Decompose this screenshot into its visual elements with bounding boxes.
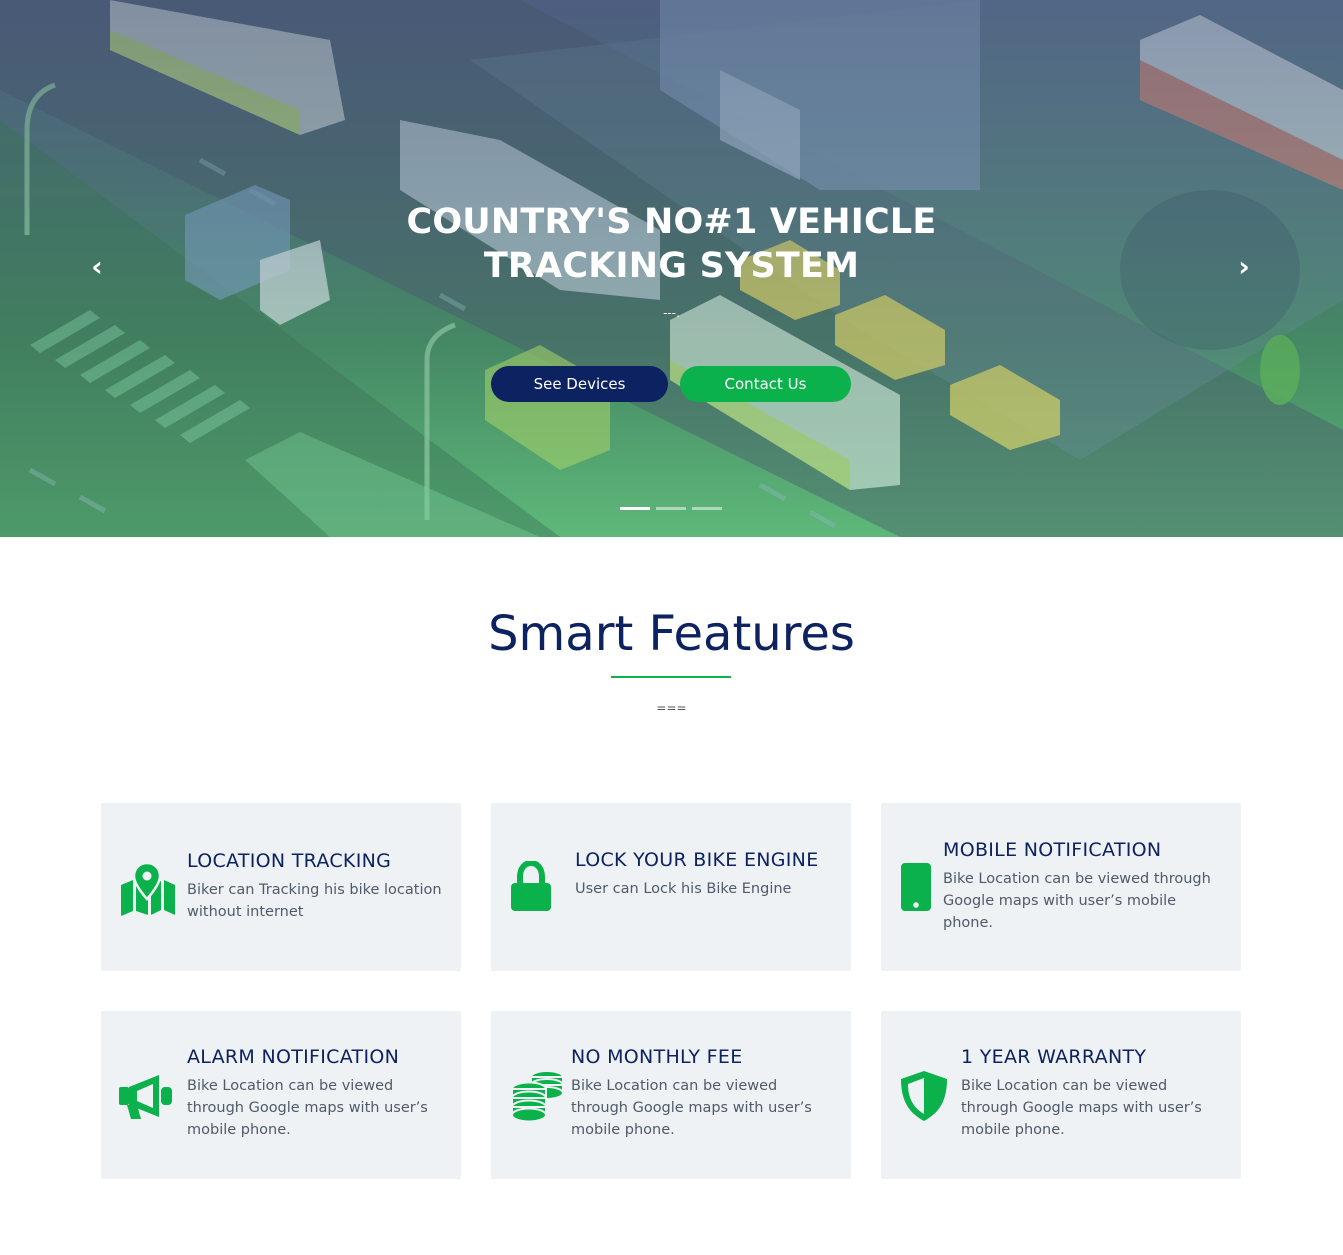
carousel-next-icon[interactable]: ›	[1229, 252, 1259, 282]
map-marker-icon	[119, 861, 175, 919]
feature-title: 1 YEAR WARRANTY	[961, 1046, 1147, 1068]
coins-icon	[509, 1069, 565, 1125]
feature-text: User can Lock his Bike Engine	[575, 881, 792, 897]
feature-text: Bike Location can be viewed through Goog…	[943, 871, 1211, 931]
feature-card-lock-engine: LOCK YOUR BIKE ENGINE User can Lock his …	[491, 803, 851, 971]
feature-title: NO MONTHLY FEE	[571, 1046, 743, 1068]
hero-subtitle: ---.	[663, 306, 680, 320]
feature-text: Bike Location can be viewed through Goog…	[571, 1078, 812, 1138]
carousel-prev-icon[interactable]: ‹	[82, 252, 112, 282]
feature-card-alarm-notification: ALARM NOTIFICATION Bike Location can be …	[101, 1011, 461, 1179]
title-underline	[611, 676, 731, 678]
feature-title: LOCATION TRACKING	[187, 850, 392, 872]
carousel-indicator[interactable]	[620, 507, 650, 510]
contact-us-button[interactable]: Contact Us	[680, 366, 851, 402]
carousel-indicator[interactable]	[656, 507, 686, 510]
feature-card-no-monthly-fee: NO MONTHLY FEE Bike Location can be view…	[491, 1011, 851, 1179]
feature-text: Bike Location can be viewed through Goog…	[961, 1078, 1202, 1138]
carousel-indicators	[620, 507, 722, 510]
feature-title: LOCK YOUR BIKE ENGINE	[575, 849, 819, 871]
section-title: Smart Features	[488, 606, 855, 662]
feature-text: Bike Location can be viewed through Goog…	[187, 1078, 428, 1138]
feature-text: Biker can Tracking his bike location wit…	[187, 882, 442, 920]
carousel-indicator[interactable]	[692, 507, 722, 510]
hero-carousel: COUNTRY'S NO#1 VEHICLE TRACKING SYSTEM -…	[0, 0, 1343, 537]
lock-icon	[509, 859, 565, 917]
feature-card-mobile-notification: MOBILE NOTIFICATION Bike Location can be…	[881, 803, 1241, 971]
feature-title: MOBILE NOTIFICATION	[943, 839, 1162, 861]
hero-title: COUNTRY'S NO#1 VEHICLE TRACKING SYSTEM	[406, 202, 937, 286]
feature-card-warranty: 1 YEAR WARRANTY Bike Location can be vie…	[881, 1011, 1241, 1179]
megaphone-icon	[119, 1073, 175, 1129]
feature-title: ALARM NOTIFICATION	[187, 1046, 400, 1068]
section-subtitle: ===	[656, 701, 687, 715]
shield-icon	[901, 1071, 957, 1127]
see-devices-button[interactable]: See Devices	[491, 366, 668, 402]
feature-card-location-tracking: LOCATION TRACKING Biker can Tracking his…	[101, 803, 461, 971]
